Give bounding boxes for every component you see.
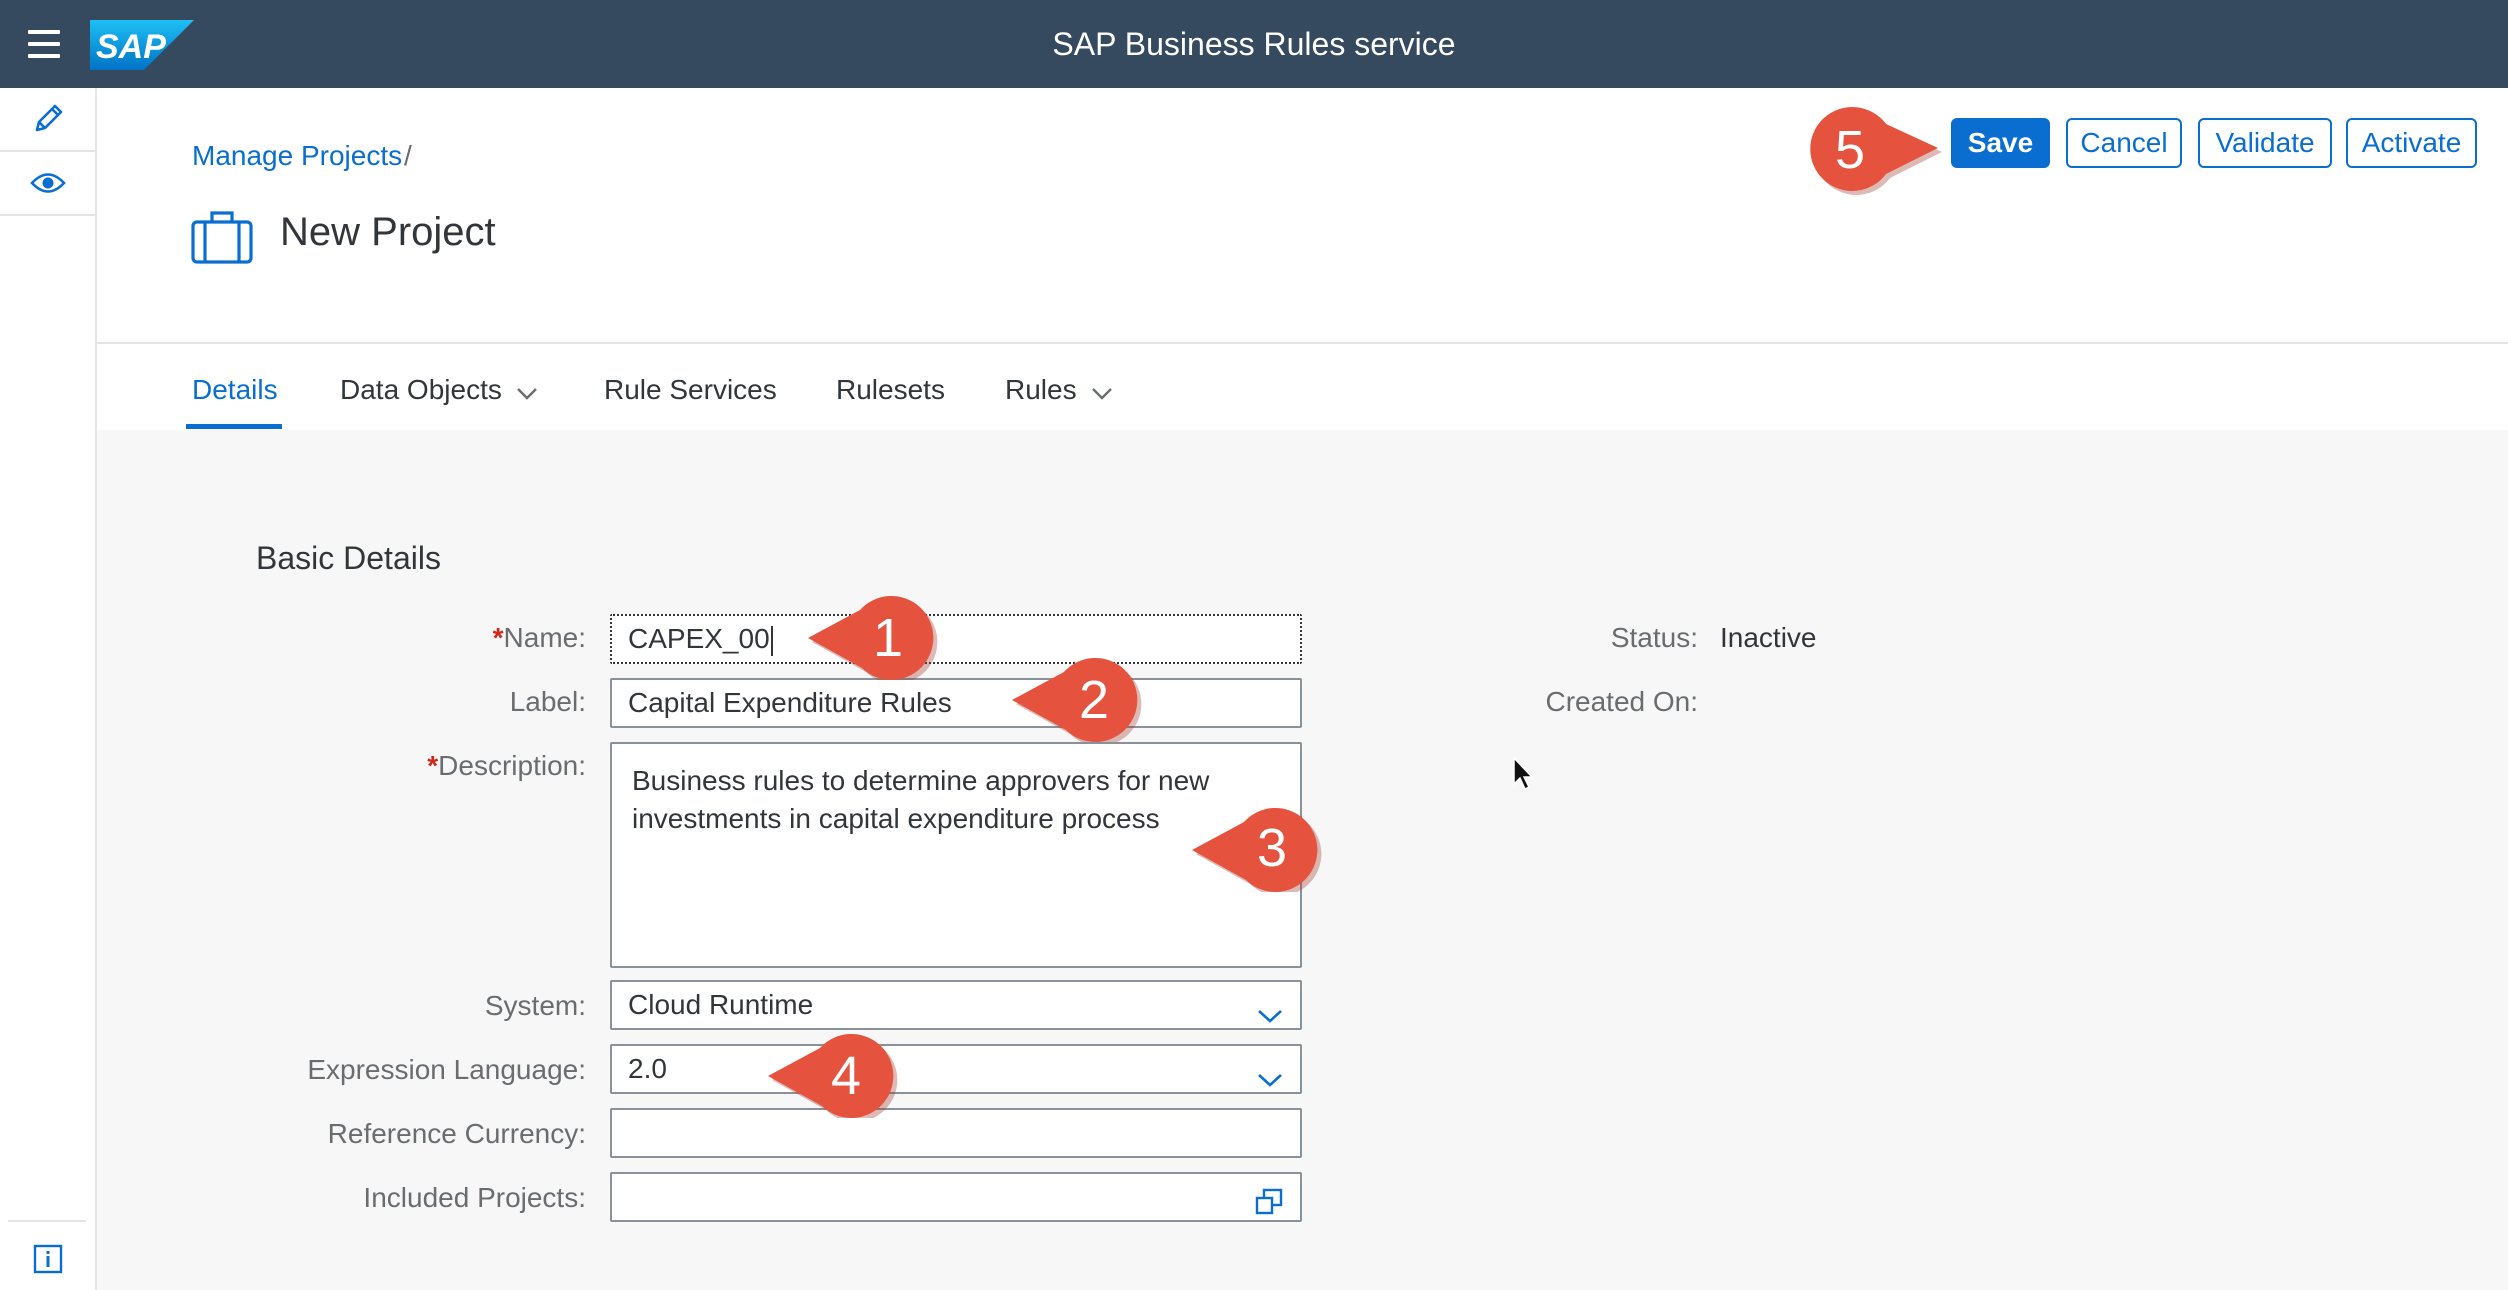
briefcase-icon xyxy=(190,208,254,264)
sap-logo: SAP xyxy=(90,20,194,70)
system-value: Cloud Runtime xyxy=(628,989,814,1020)
shell-bar: SAP Business Rules service SAP xyxy=(0,0,2508,88)
cancel-button[interactable]: Cancel xyxy=(2066,118,2182,168)
status-label: Status: xyxy=(1610,622,1698,653)
name-input[interactable]: CAPEX_00 xyxy=(610,614,1302,664)
callout-4: 4 xyxy=(768,1033,898,1118)
callout-1: 1 xyxy=(808,595,938,680)
name-label: *Name: xyxy=(226,622,586,654)
tab-details[interactable]: Details xyxy=(192,374,278,406)
menu-icon[interactable] xyxy=(24,26,64,62)
breadcrumb-manage-projects[interactable]: Manage Projects xyxy=(192,140,402,172)
mouse-pointer-icon xyxy=(1512,756,1536,797)
description-label-text: Description: xyxy=(438,750,586,781)
svg-text:2: 2 xyxy=(1079,670,1109,730)
chevron-down-icon[interactable] xyxy=(1256,994,1284,1040)
reference-currency-input[interactable] xyxy=(610,1108,1302,1158)
svg-text:SAP: SAP xyxy=(96,28,166,66)
system-label: System: xyxy=(484,990,586,1021)
page-title: New Project xyxy=(280,210,496,254)
tab-rule-services[interactable]: Rule Services xyxy=(604,374,777,406)
description-label: *Description: xyxy=(226,750,586,782)
app-title: SAP Business Rules service xyxy=(1052,26,1456,62)
chevron-down-icon[interactable] xyxy=(1256,1058,1284,1104)
tab-selected-indicator xyxy=(186,424,282,429)
section-title: Basic Details xyxy=(256,540,441,576)
save-button[interactable]: Save xyxy=(1951,118,2050,168)
system-select[interactable]: Cloud Runtime xyxy=(610,980,1302,1030)
tab-label: Rule Services xyxy=(604,374,777,405)
chevron-down-icon xyxy=(1091,376,1113,408)
divider xyxy=(8,1220,86,1222)
label-label: Label: xyxy=(509,686,586,717)
callout-5: 5 xyxy=(1810,107,1942,195)
tab-label: Data Objects xyxy=(340,374,502,405)
tab-label: Details xyxy=(192,374,278,405)
callout-2: 2 xyxy=(1012,657,1142,742)
included-projects-label: Included Projects: xyxy=(363,1182,586,1213)
expression-language-value: 2.0 xyxy=(628,1053,667,1084)
included-projects-input[interactable] xyxy=(610,1172,1302,1222)
tab-rulesets[interactable]: Rulesets xyxy=(836,374,945,406)
pencil-icon[interactable] xyxy=(0,88,95,152)
tab-label: Rules xyxy=(1005,374,1077,405)
label-input[interactable]: Capital Expenditure Rules xyxy=(610,678,1302,728)
expression-language-select[interactable]: 2.0 xyxy=(610,1044,1302,1094)
text-caret xyxy=(770,625,773,656)
required-marker: * xyxy=(492,622,504,653)
created-on-label: Created On: xyxy=(1545,686,1698,717)
breadcrumb-separator: / xyxy=(404,140,412,171)
activate-button[interactable]: Activate xyxy=(2346,118,2477,168)
name-label-text: Name: xyxy=(503,622,586,653)
svg-text:3: 3 xyxy=(1257,818,1287,878)
svg-text:4: 4 xyxy=(831,1046,861,1106)
tab-rules[interactable]: Rules xyxy=(1005,374,1113,408)
required-marker: * xyxy=(427,750,439,781)
status-value: Inactive xyxy=(1720,622,1817,653)
value-help-icon[interactable] xyxy=(1254,1184,1284,1230)
tab-data-objects[interactable]: Data Objects xyxy=(340,374,538,408)
tab-label: Rulesets xyxy=(836,374,945,405)
callout-3: 3 xyxy=(1192,807,1322,892)
eye-icon[interactable] xyxy=(0,152,95,216)
validate-button[interactable]: Validate xyxy=(2198,118,2332,168)
chevron-down-icon xyxy=(516,376,538,408)
info-icon[interactable] xyxy=(0,1228,95,1290)
expression-language-label: Expression Language: xyxy=(307,1054,586,1085)
reference-currency-label: Reference Currency: xyxy=(327,1118,586,1149)
svg-text:1: 1 xyxy=(873,608,903,668)
side-navigation xyxy=(0,88,97,1290)
name-value: CAPEX_00 xyxy=(628,623,770,654)
svg-text:5: 5 xyxy=(1835,120,1865,180)
